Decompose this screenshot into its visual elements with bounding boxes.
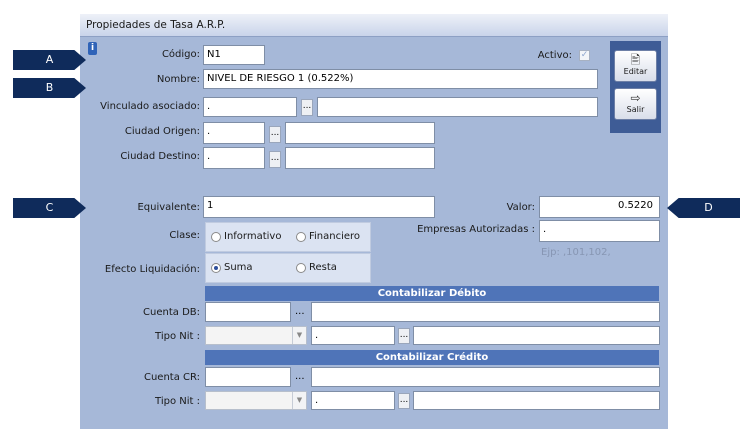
callout-b-label: B [45,81,54,94]
tipo-nit-db-label: Tipo Nit : [155,331,200,342]
empresas-label: Empresas Autorizadas : [417,224,535,235]
efecto-suma-label: Suma [224,262,253,273]
activo-label: Activo: [537,50,572,61]
equivalente-label: Equivalente: [137,202,200,213]
tipo-nit-db-code-input[interactable]: . [311,326,395,345]
valor-label: Valor: [506,202,535,213]
ciudad-origen-lookup-button[interactable]: ... [269,126,281,143]
efecto-resta-radio[interactable] [296,263,306,273]
activo-checkbox[interactable]: ✓ [579,50,590,61]
callout-c: C [13,198,86,218]
callout-a-label: A [45,53,54,66]
cuenta-cr-label: Cuenta CR: [143,372,200,383]
cuenta-db-input[interactable] [205,302,291,322]
credito-section-header: Contabilizar Crédito [205,350,659,365]
ciudad-origen-name-input[interactable] [285,122,435,144]
cuenta-cr-input[interactable] [205,367,291,387]
valor-input[interactable]: 0.5220 [539,196,660,218]
callout-b: B [13,78,86,98]
cuenta-db-label: Cuenta DB: [143,307,200,318]
efecto-resta-label: Resta [309,262,337,273]
empresas-input[interactable]: . [539,220,660,242]
ciudad-origen-label: Ciudad Origen: [124,126,200,137]
editar-button[interactable]: 🖹 Editar [614,50,657,82]
vinculado-label: Vinculado asociado: [100,101,200,112]
cuenta-cr-lookup-button[interactable]: ... [295,371,305,382]
ciudad-destino-code-input[interactable]: . [203,147,265,169]
tipo-nit-db-lookup-button[interactable]: ... [398,328,410,344]
clase-informativo-label: Informativo [224,231,282,242]
ciudad-destino-name-input[interactable] [285,147,435,169]
tipo-nit-db-dropdown-icon[interactable]: ▼ [292,327,306,344]
empresas-hint: Ejp: ,101,102, [541,247,611,258]
cuenta-db-lookup-button[interactable]: ... [295,306,305,317]
exit-icon: ⇨ [630,91,641,105]
editar-button-label: Editar [623,67,648,76]
ciudad-destino-label: Ciudad Destino: [120,151,200,162]
clase-financiero-label: Financiero [309,231,361,242]
cuenta-db-name-input[interactable] [311,302,660,322]
nombre-input[interactable]: NIVEL DE RIESGO 1 (0.522%) [203,69,598,89]
edit-document-icon: 🖹 [630,53,641,67]
tipo-nit-cr-label: Tipo Nit : [155,396,200,407]
tipo-nit-cr-lookup-button[interactable]: ... [398,393,410,409]
codigo-input[interactable]: N1 [203,45,265,65]
info-icon[interactable]: i [88,42,97,55]
efecto-suma-radio[interactable] [211,263,221,273]
tipo-nit-cr-code-input[interactable]: . [311,391,395,410]
ciudad-destino-lookup-button[interactable]: ... [269,151,281,168]
nombre-label: Nombre: [156,74,200,85]
tipo-nit-cr-dropdown-icon[interactable]: ▼ [292,392,306,409]
dialog-title: Propiedades de Tasa A.R.P. [86,19,226,31]
equivalente-input[interactable]: 1 [203,196,435,218]
clase-label: Clase: [169,230,200,241]
callout-d: D [667,198,740,218]
dialog-titlebar: Propiedades de Tasa A.R.P. [80,14,668,37]
tipo-nit-cr-name-input[interactable] [413,391,660,410]
tipo-nit-db-name-input[interactable] [413,326,660,345]
clase-informativo-radio[interactable] [211,232,221,242]
salir-button-label: Salir [626,105,645,114]
debito-section-header: Contabilizar Débito [205,286,659,301]
vinculado-lookup-button[interactable]: ... [301,99,313,116]
callout-a: A [13,50,86,70]
salir-button[interactable]: ⇨ Salir [614,88,657,120]
efecto-label: Efecto Liquidación: [104,264,200,275]
callout-d-label: D [704,201,713,214]
vinculado-name-input[interactable] [317,97,598,117]
callout-c-label: C [45,201,54,214]
cuenta-cr-name-input[interactable] [311,367,660,387]
vinculado-code-input[interactable]: . [203,97,297,117]
clase-financiero-radio[interactable] [296,232,306,242]
ciudad-origen-code-input[interactable]: . [203,122,265,144]
codigo-label: Código: [161,49,200,60]
